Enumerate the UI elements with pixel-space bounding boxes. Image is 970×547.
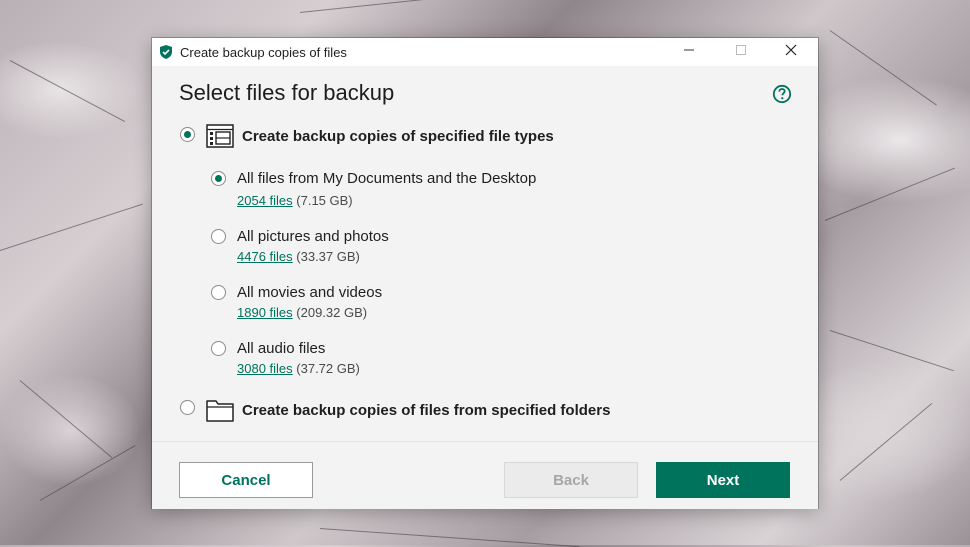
files-link-documents[interactable]: 2054 files [237,193,293,208]
sub-option-radio-documents[interactable] [211,171,226,186]
close-icon [785,43,797,61]
file-types-label[interactable]: Create backup copies of specified file t… [242,128,554,145]
shield-icon [158,44,174,60]
maximize-icon [735,43,747,61]
title-bar[interactable]: Create backup copies of files [152,38,818,66]
file-types-icon [206,124,234,153]
size-audio: (37.72 GB) [296,361,360,376]
sub-option-label-audio[interactable]: All audio files [237,340,325,357]
folders-label[interactable]: Create backup copies of files from speci… [242,402,610,419]
sub-option-count-pictures: 4476 files (33.37 GB) [237,249,360,264]
files-link-movies[interactable]: 1890 files [237,305,293,320]
maximize-button[interactable] [718,38,764,66]
size-pictures: (33.37 GB) [296,249,360,264]
next-button[interactable]: Next [656,462,790,498]
files-link-pictures[interactable]: 4476 files [237,249,293,264]
size-movies: (209.32 GB) [296,305,368,320]
sub-option-label-movies[interactable]: All movies and videos [237,284,382,301]
sub-option-count-documents: 2054 files (7.15 GB) [237,193,353,208]
minimize-button[interactable] [666,38,712,66]
minimize-icon [683,43,695,61]
sub-option-label-documents[interactable]: All files from My Documents and the Desk… [237,170,536,187]
sub-option-count-audio: 3080 files (37.72 GB) [237,361,360,376]
sub-option-radio-audio[interactable] [211,341,226,356]
backup-dialog: Create backup copies of files Select fil… [152,38,818,509]
back-button[interactable]: Back [504,462,638,498]
sub-option-label-pictures[interactable]: All pictures and photos [237,228,389,245]
folder-icon [206,398,234,427]
file-types-radio[interactable] [180,127,195,142]
sub-option-radio-pictures[interactable] [211,229,226,244]
help-icon[interactable] [772,84,792,104]
dialog-footer: Cancel Back Next [152,441,818,509]
cancel-button[interactable]: Cancel [179,462,313,498]
close-button[interactable] [768,38,814,66]
folders-radio[interactable] [180,400,195,415]
page-title: Select files for backup [179,80,395,105]
window-title: Create backup copies of files [180,44,347,60]
size-documents: (7.15 GB) [296,193,353,208]
sub-option-radio-movies[interactable] [211,285,226,300]
sub-option-count-movies: 1890 files (209.32 GB) [237,305,367,320]
files-link-audio[interactable]: 3080 files [237,361,293,376]
